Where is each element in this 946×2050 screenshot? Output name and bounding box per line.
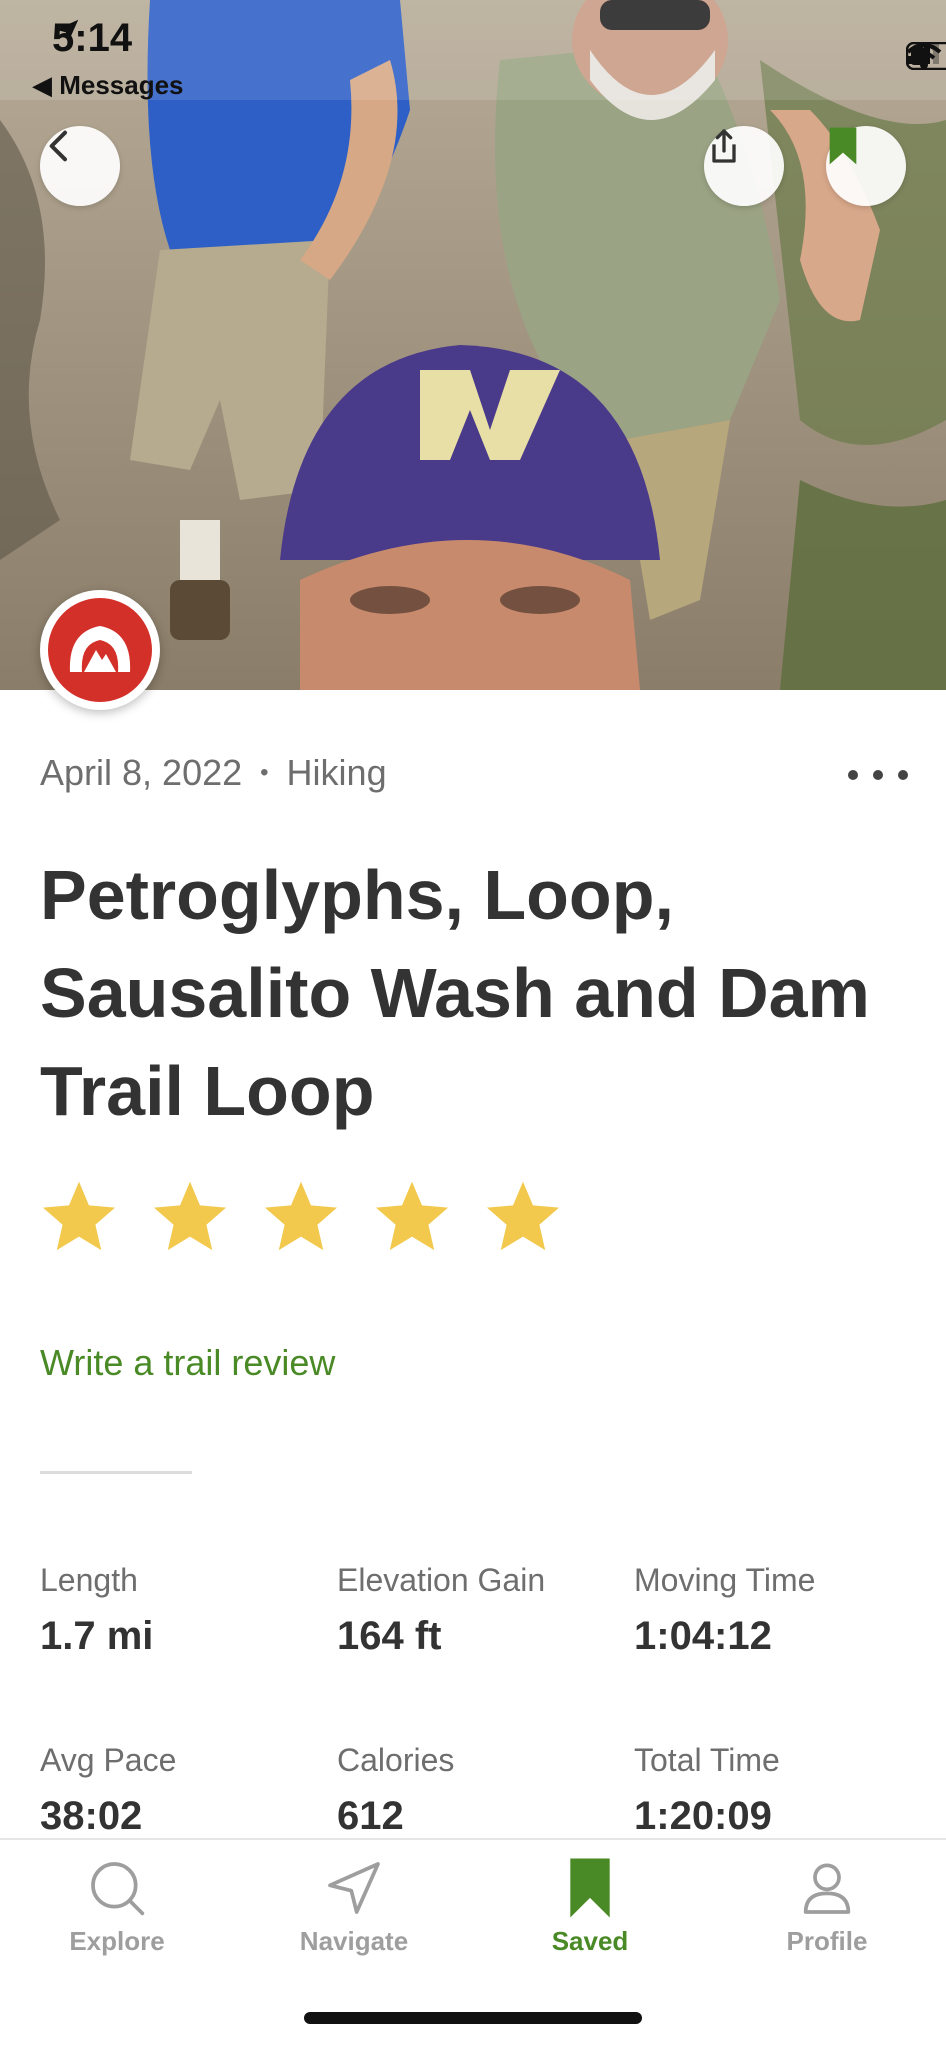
back-to-messages-link[interactable]: ◀ Messages bbox=[32, 70, 184, 101]
trail-title: Petroglyphs, Loop, Sausalito Wash and Da… bbox=[40, 856, 870, 1130]
stat-value: 1:20:09 bbox=[634, 1794, 772, 1838]
tab-saved[interactable]: Saved bbox=[490, 1856, 690, 1957]
bookmark-icon bbox=[570, 1858, 610, 1918]
stat-label: Avg Pace bbox=[40, 1742, 177, 1778]
star-icon[interactable] bbox=[40, 1180, 118, 1254]
profile-icon bbox=[803, 1863, 851, 1914]
stat-label: Calories bbox=[337, 1742, 455, 1778]
tab-label: Explore bbox=[69, 1926, 165, 1956]
chevron-left-icon bbox=[49, 130, 67, 162]
home-indicator bbox=[304, 2012, 642, 2024]
status-bar: 5:14 ◀ Messages bbox=[0, 0, 946, 110]
stat-label: Elevation Gain bbox=[337, 1562, 546, 1598]
stat-value: 1.7 mi bbox=[40, 1614, 154, 1658]
tab-label: Navigate bbox=[299, 1926, 409, 1956]
location-arrow-icon bbox=[55, 19, 79, 43]
tab-navigate[interactable]: Navigate bbox=[254, 1856, 454, 1957]
tab-explore[interactable]: Explore bbox=[17, 1856, 217, 1957]
stat-total-time: Total Time 1:20:09 bbox=[634, 1740, 920, 1842]
more-options-button[interactable] bbox=[848, 760, 908, 790]
activity-meta: April 8, 2022 • Hiking bbox=[40, 752, 387, 794]
divider bbox=[40, 1471, 192, 1474]
stat-length: Length 1.7 mi bbox=[40, 1560, 337, 1662]
stat-label: Moving Time bbox=[634, 1562, 816, 1598]
bookmark-icon bbox=[829, 127, 857, 165]
stat-value: 164 ft bbox=[337, 1614, 442, 1658]
stat-avg-pace: Avg Pace 38:02 bbox=[40, 1740, 337, 1842]
stat-calories: Calories 612 bbox=[337, 1740, 634, 1842]
star-icon[interactable] bbox=[484, 1180, 562, 1254]
rating-stars[interactable] bbox=[40, 1180, 562, 1254]
stats-grid: Length 1.7 mi Elevation Gain 164 ft Movi… bbox=[40, 1560, 920, 1842]
more-dot-icon bbox=[873, 770, 883, 780]
star-icon[interactable] bbox=[151, 1180, 229, 1254]
star-icon[interactable] bbox=[262, 1180, 340, 1254]
write-review-link[interactable]: Write a trail review bbox=[40, 1342, 335, 1384]
activity-date: April 8, 2022 bbox=[40, 752, 243, 793]
status-time: 5:14 bbox=[52, 16, 132, 61]
star-icon[interactable] bbox=[373, 1180, 451, 1254]
meta-separator: • bbox=[260, 759, 269, 786]
activity-type: Hiking bbox=[286, 752, 387, 793]
save-bookmark-button[interactable] bbox=[826, 126, 906, 206]
stat-value: 38:02 bbox=[40, 1794, 143, 1838]
stat-elevation-gain: Elevation Gain 164 ft bbox=[337, 1560, 634, 1662]
search-icon bbox=[91, 1862, 145, 1916]
tab-label: Saved bbox=[551, 1926, 629, 1956]
stat-value: 612 bbox=[337, 1794, 404, 1838]
alltrails-logo-icon bbox=[48, 598, 152, 702]
tab-label: Profile bbox=[786, 1926, 868, 1956]
share-icon bbox=[712, 129, 736, 163]
stat-value: 1:04:12 bbox=[634, 1614, 772, 1658]
hero-photo: 5:14 ◀ Messages bbox=[0, 0, 946, 690]
stat-label: Total Time bbox=[634, 1742, 780, 1778]
share-button[interactable] bbox=[704, 126, 784, 206]
battery-icon bbox=[906, 42, 946, 70]
more-dot-icon bbox=[898, 770, 908, 780]
navigate-icon bbox=[328, 1862, 380, 1914]
more-dot-icon bbox=[848, 770, 858, 780]
tab-profile[interactable]: Profile bbox=[727, 1856, 927, 1957]
stat-label: Length bbox=[40, 1562, 138, 1598]
alltrails-logo bbox=[40, 590, 160, 710]
stat-moving-time: Moving Time 1:04:12 bbox=[634, 1560, 920, 1662]
back-button[interactable] bbox=[40, 126, 120, 206]
